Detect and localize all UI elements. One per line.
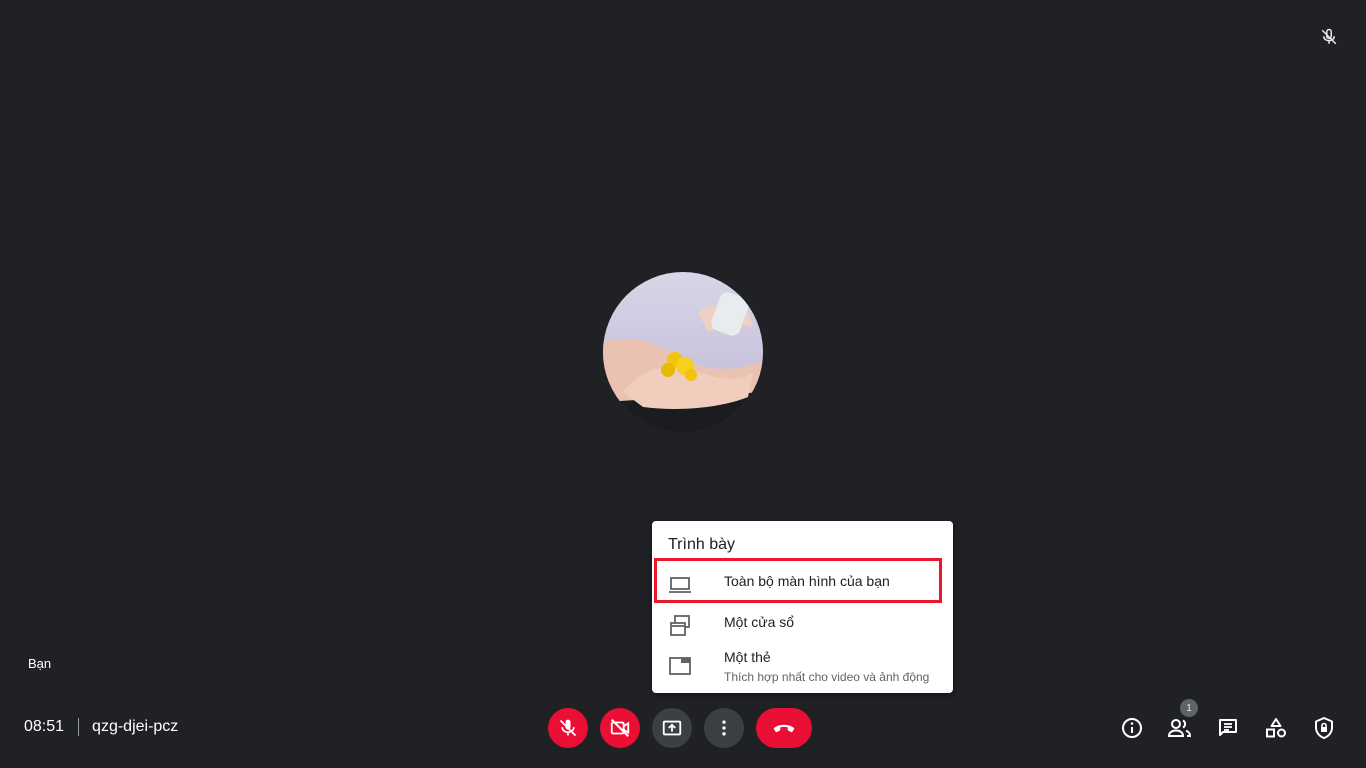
laptop-icon — [668, 573, 692, 597]
toggle-camera-button[interactable] — [600, 708, 640, 748]
mic-off-indicator-icon — [1317, 27, 1341, 47]
more-vert-icon — [722, 720, 726, 736]
chat-button[interactable] — [1206, 708, 1250, 748]
host-controls-button[interactable] — [1302, 708, 1346, 748]
self-avatar — [603, 272, 763, 432]
more-options-button[interactable] — [704, 708, 744, 748]
meet-stage: Bạn 08:51 qzg-djei-pcz 1 Trình bày Toàn … — [0, 0, 1366, 768]
info-icon — [1122, 718, 1142, 738]
present-tab-option[interactable]: Một thẻ Thích hợp nhất cho video và ảnh … — [652, 649, 953, 684]
meeting-details-button[interactable] — [1110, 708, 1154, 748]
divider — [78, 718, 80, 736]
people-icon — [1167, 719, 1192, 737]
mic-off-icon — [559, 719, 577, 737]
shield-lock-icon — [1315, 717, 1333, 739]
option-label: Một thẻ — [724, 649, 771, 665]
present-now-button[interactable] — [652, 708, 692, 748]
activities-button[interactable] — [1254, 708, 1298, 748]
shapes-icon — [1266, 718, 1286, 738]
option-label: Một cửa sổ — [724, 614, 795, 630]
participants-count-badge: 1 — [1180, 699, 1198, 717]
option-label: Toàn bộ màn hình của bạn — [724, 573, 890, 589]
meeting-info: 08:51 qzg-djei-pcz — [24, 718, 178, 736]
call-controls — [548, 708, 812, 748]
window-icon — [668, 614, 692, 638]
present-menu-title: Trình bày — [668, 536, 735, 553]
meeting-code: qzg-djei-pcz — [92, 718, 179, 735]
call-end-icon — [773, 724, 795, 733]
tab-icon — [668, 654, 692, 678]
toggle-microphone-button[interactable] — [548, 708, 588, 748]
camera-off-icon — [610, 719, 630, 737]
present-menu: Trình bày Toàn bộ màn hình của bạn Một c… — [652, 521, 953, 693]
self-name-label: Bạn — [28, 656, 52, 671]
option-text-block: Một thẻ Thích hợp nhất cho video và ảnh … — [724, 649, 929, 684]
meeting-time: 08:51 — [24, 718, 65, 735]
leave-call-button[interactable] — [756, 708, 812, 748]
participants-button[interactable]: 1 — [1158, 699, 1202, 748]
present-screen-icon — [662, 720, 682, 736]
present-entire-screen-option[interactable]: Toàn bộ màn hình của bạn — [652, 573, 953, 597]
chat-icon — [1219, 719, 1237, 736]
option-sublabel: Thích hợp nhất cho video và ảnh động — [724, 670, 930, 684]
side-panel-controls: 1 — [1110, 699, 1350, 748]
present-window-option[interactable]: Một cửa sổ — [652, 614, 953, 638]
